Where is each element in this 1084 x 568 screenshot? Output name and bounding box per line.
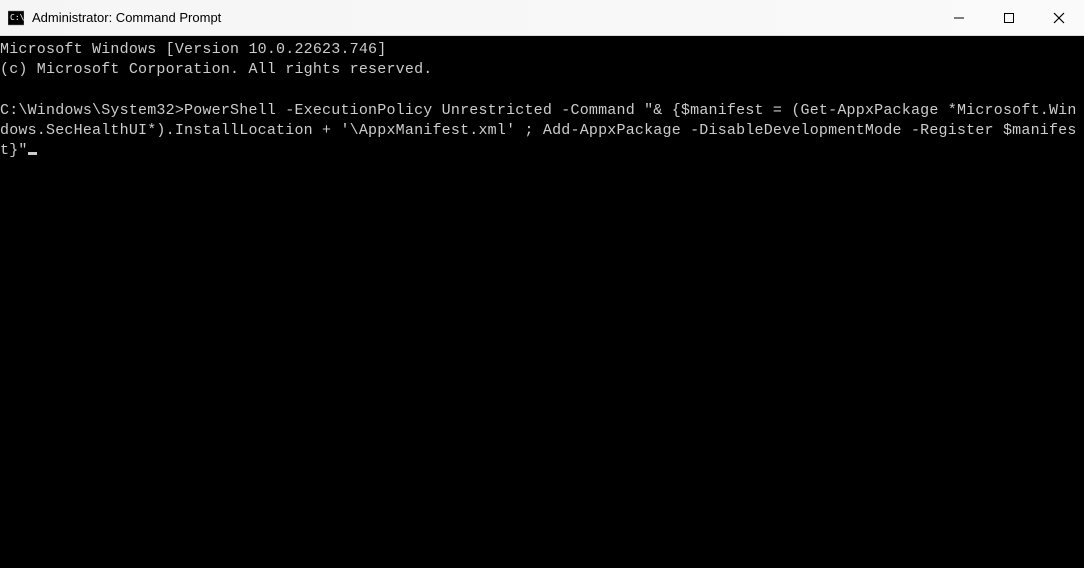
prompt: C:\Windows\System32> <box>0 102 184 119</box>
cmd-icon: C:\ <box>8 10 24 26</box>
window-controls <box>934 0 1084 35</box>
banner-line: (c) Microsoft Corporation. All rights re… <box>0 60 1084 80</box>
titlebar: C:\ Administrator: Command Prompt <box>0 0 1084 36</box>
blank-line <box>0 81 1084 101</box>
close-button[interactable] <box>1034 0 1084 35</box>
svg-text:C:\: C:\ <box>10 13 24 22</box>
titlebar-left: C:\ Administrator: Command Prompt <box>8 10 221 26</box>
banner-line: Microsoft Windows [Version 10.0.22623.74… <box>0 40 1084 60</box>
maximize-button[interactable] <box>984 0 1034 35</box>
minimize-button[interactable] <box>934 0 984 35</box>
cursor <box>28 152 37 155</box>
window-title: Administrator: Command Prompt <box>32 10 221 25</box>
terminal-area[interactable]: Microsoft Windows [Version 10.0.22623.74… <box>0 36 1084 568</box>
